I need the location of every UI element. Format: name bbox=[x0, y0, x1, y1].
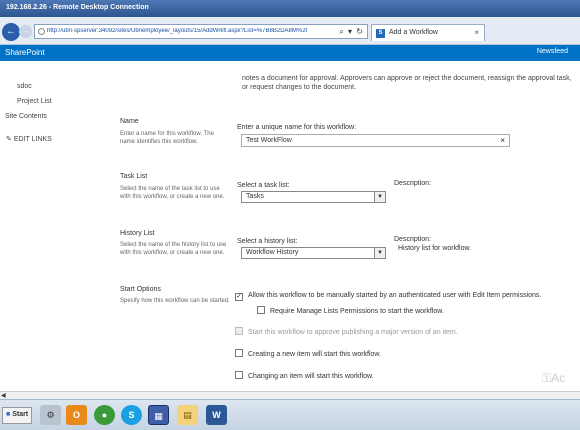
task-list-section-desc: Select the name of the task list to use … bbox=[120, 186, 225, 200]
chevron-down-icon[interactable]: ▼ bbox=[374, 192, 385, 202]
suite-bar: SharePoint Newsfeed bbox=[0, 45, 580, 61]
window-title-bar: 192.168.2.26 - Remote Desktop Connection bbox=[0, 0, 580, 17]
scroll-left-icon[interactable]: ◀ bbox=[1, 392, 6, 399]
folder-icon[interactable]: ▤ bbox=[177, 405, 198, 425]
start-options-section-title: Start Options bbox=[120, 286, 161, 293]
workflow-intro-text: notes a document for approval. Approvers… bbox=[242, 75, 572, 91]
start-button[interactable]: ■ Start bbox=[2, 407, 32, 424]
tab-close-icon[interactable]: × bbox=[474, 28, 479, 37]
workflow-name-value: Test WorkFlow bbox=[246, 137, 292, 144]
on-change-checkbox[interactable] bbox=[235, 371, 243, 379]
task-list-field-label: Select a task list: bbox=[237, 182, 290, 189]
forward-button[interactable]: → bbox=[19, 25, 32, 38]
name-section-title: Name bbox=[120, 118, 139, 125]
history-list-description-label: Description: bbox=[394, 236, 431, 243]
sharepoint-icon: S bbox=[376, 29, 385, 38]
chevron-down-icon[interactable]: ▼ bbox=[374, 248, 385, 258]
start-option-manual[interactable]: ✓ Allow this workflow to be manually star… bbox=[235, 292, 541, 301]
history-list-selected: Workflow History bbox=[246, 249, 299, 256]
back-button[interactable]: ← bbox=[2, 23, 20, 41]
task-list-section-title: Task List bbox=[120, 173, 148, 180]
start-label: Start bbox=[12, 411, 29, 418]
key-icon: ⚿ bbox=[542, 371, 552, 385]
activation-watermark: ⚿Ac bbox=[542, 371, 578, 391]
on-change-label: Changing an item will start this workflo… bbox=[248, 373, 374, 380]
start-option-publish-major: Start this workflow to approve publishin… bbox=[235, 327, 458, 336]
start-options-section-desc: Specify how this workflow can be started… bbox=[120, 298, 230, 304]
address-bar[interactable]: http://ubn-spserver:34092/sites/Ubnemplo… bbox=[34, 24, 368, 39]
taskbar: ■ Start ⚙ O ● S ▦ ▤ W bbox=[0, 399, 580, 430]
outlook-icon[interactable]: O bbox=[66, 405, 87, 425]
on-create-checkbox[interactable] bbox=[235, 349, 243, 357]
window-title: 192.168.2.26 - Remote Desktop Connection bbox=[6, 4, 149, 11]
start-option-require-manage[interactable]: Require Manage Lists Permissions to star… bbox=[257, 306, 444, 315]
history-list-section-title: History List bbox=[120, 230, 155, 237]
workflow-form: notes a document for approval. Approvers… bbox=[0, 61, 580, 391]
chrome-icon[interactable]: ● bbox=[94, 405, 115, 425]
newsfeed-link[interactable]: Newsfeed bbox=[537, 48, 568, 55]
horizontal-scrollbar[interactable]: ◀ bbox=[0, 391, 580, 399]
require-manage-label: Require Manage Lists Permissions to star… bbox=[270, 308, 444, 315]
skype-icon[interactable]: S bbox=[121, 405, 142, 425]
workflow-name-input[interactable]: Test WorkFlow × bbox=[241, 134, 510, 147]
task-list-description-label: Description: bbox=[394, 180, 431, 187]
task-list-selected: Tasks bbox=[246, 193, 264, 200]
task-list-select[interactable]: Tasks ▼ bbox=[241, 191, 386, 203]
tools-icon[interactable]: ⚙ bbox=[40, 405, 61, 425]
manual-start-label: Allow this workflow to be manually start… bbox=[248, 292, 542, 299]
history-list-section-desc: Select the name of the history list to u… bbox=[120, 242, 227, 256]
sharepoint-brand[interactable]: SharePoint bbox=[5, 48, 45, 57]
history-list-select[interactable]: Workflow History ▼ bbox=[241, 247, 386, 259]
browser-toolbar: ← → http://ubn-spserver:34092/sites/Ubne… bbox=[0, 17, 580, 45]
clear-icon[interactable]: × bbox=[500, 136, 505, 145]
remote-desktop-icon[interactable]: ▦ bbox=[148, 405, 169, 425]
history-list-field-label: Select a history list: bbox=[237, 238, 298, 245]
require-manage-checkbox[interactable] bbox=[257, 306, 265, 314]
publish-major-checkbox bbox=[235, 327, 243, 335]
page-icon bbox=[38, 28, 45, 35]
name-section-desc: Enter a name for this workflow. The name… bbox=[120, 131, 214, 145]
name-field-label: Enter a unique name for this workflow: bbox=[237, 124, 357, 131]
on-create-label: Creating a new item will start this work… bbox=[248, 351, 382, 358]
tab-add-workflow[interactable]: S Add a Workflow × bbox=[371, 24, 485, 41]
watermark-text: Ac bbox=[551, 371, 566, 385]
publish-major-label: Start this workflow to approve publishin… bbox=[248, 329, 458, 336]
history-list-description: History list for workflow. bbox=[398, 245, 472, 252]
windows-icon: ■ bbox=[6, 411, 11, 418]
address-url[interactable]: http://ubn-spserver:34092/sites/Ubnemplo… bbox=[47, 28, 307, 34]
tab-title[interactable]: Add a Workflow bbox=[389, 29, 438, 36]
address-actions[interactable]: ⌕ ▾ ↻ bbox=[339, 27, 364, 37]
manual-start-checkbox[interactable]: ✓ bbox=[235, 293, 243, 301]
word-icon[interactable]: W bbox=[206, 405, 227, 425]
start-option-on-change[interactable]: Changing an item will start this workflo… bbox=[235, 371, 374, 380]
start-option-on-create[interactable]: Creating a new item will start this work… bbox=[235, 349, 381, 358]
